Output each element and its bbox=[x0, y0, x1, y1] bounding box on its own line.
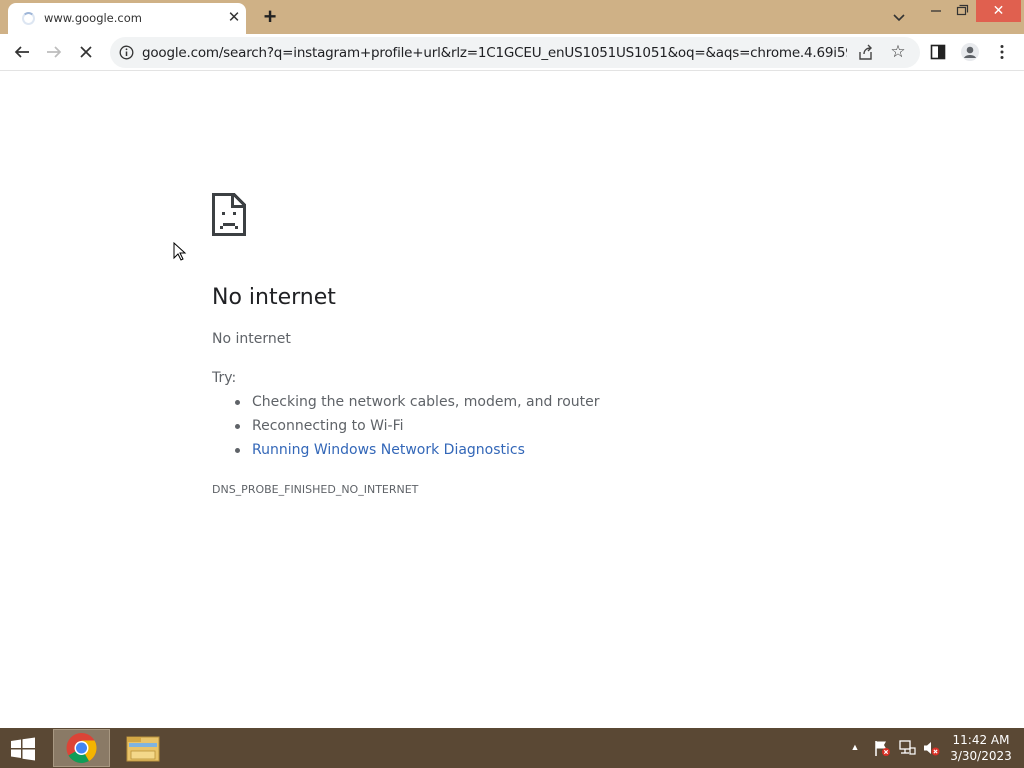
error-title: No internet bbox=[212, 285, 336, 310]
taskbar: ▲ 11:42 AM 3/30/2023 bbox=[0, 728, 1024, 768]
network-diagnostics-link[interactable]: Running Windows Network Diagnostics bbox=[232, 442, 600, 466]
close-icon[interactable]: ✕ bbox=[226, 9, 242, 27]
clock-time: 11:42 AM bbox=[952, 733, 1010, 747]
info-icon[interactable] bbox=[119, 45, 134, 60]
reload-stop-icon[interactable] bbox=[73, 39, 99, 65]
suggestion-list: Checking the network cables, modem, and … bbox=[232, 394, 600, 466]
new-tab-icon[interactable]: + bbox=[258, 4, 282, 30]
clock-date: 3/30/2023 bbox=[950, 749, 1012, 763]
error-code: DNS_PROBE_FINISHED_NO_INTERNET bbox=[212, 483, 419, 496]
file-explorer-taskbar-button[interactable] bbox=[118, 729, 168, 767]
minimize-icon[interactable] bbox=[924, 0, 948, 22]
windows-start-icon[interactable] bbox=[8, 737, 38, 761]
suggestion-reconnect-wifi: Reconnecting to Wi-Fi bbox=[232, 418, 600, 442]
network-icon[interactable] bbox=[898, 739, 916, 757]
url-text[interactable]: google.com/search?q=instagram+profile+ur… bbox=[142, 45, 847, 61]
suggestion-check-cables: Checking the network cables, modem, and … bbox=[232, 394, 600, 418]
show-hidden-icons[interactable]: ▲ bbox=[849, 742, 861, 754]
file-explorer-icon bbox=[126, 736, 160, 762]
side-panel-icon[interactable] bbox=[925, 39, 951, 65]
window-close-button[interactable]: ✕ bbox=[976, 0, 1021, 22]
chrome-icon bbox=[66, 733, 97, 764]
page-content: No internet No internet Try: Checking th… bbox=[0, 72, 1024, 728]
back-icon[interactable] bbox=[9, 39, 35, 65]
sad-page-icon bbox=[212, 193, 246, 236]
tab-search-icon[interactable] bbox=[888, 6, 910, 28]
menu-icon[interactable] bbox=[989, 39, 1015, 65]
action-center-flag-icon[interactable] bbox=[873, 739, 891, 757]
profile-icon[interactable] bbox=[957, 39, 983, 65]
forward-icon[interactable] bbox=[41, 39, 67, 65]
loading-spinner-icon bbox=[22, 12, 35, 25]
volume-muted-icon[interactable] bbox=[922, 739, 940, 757]
mouse-cursor-icon bbox=[173, 241, 187, 262]
address-bar[interactable]: google.com/search?q=instagram+profile+ur… bbox=[110, 37, 920, 68]
system-clock[interactable]: 11:42 AM 3/30/2023 bbox=[946, 732, 1016, 764]
browser-toolbar: google.com/search?q=instagram+profile+ur… bbox=[0, 34, 1024, 71]
error-subtitle: No internet bbox=[212, 331, 291, 347]
try-label: Try: bbox=[212, 370, 237, 386]
tab-google[interactable]: www.google.com ✕ bbox=[8, 3, 246, 34]
bookmark-star-icon[interactable]: ☆ bbox=[888, 42, 908, 62]
share-icon[interactable] bbox=[856, 43, 876, 63]
tab-title: www.google.com bbox=[44, 11, 142, 25]
chrome-taskbar-button[interactable] bbox=[53, 729, 110, 767]
restore-icon[interactable] bbox=[950, 0, 974, 22]
tab-strip: www.google.com ✕ + ✕ bbox=[0, 0, 1024, 34]
